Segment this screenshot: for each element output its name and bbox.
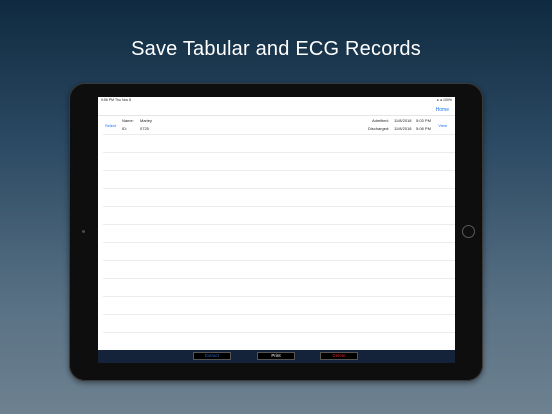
- view-button[interactable]: View: [438, 123, 447, 128]
- extract-button[interactable]: Extract: [193, 352, 231, 360]
- discharged-date: 11/8/2018: [394, 126, 412, 131]
- row-divider: [103, 242, 455, 243]
- headline: Save Tabular and ECG Records: [131, 38, 421, 60]
- row-divider: [103, 224, 455, 225]
- name-label: Name:: [122, 118, 134, 123]
- select-button[interactable]: Select: [105, 123, 116, 128]
- row-divider: [103, 260, 455, 261]
- home-link[interactable]: Home: [436, 107, 449, 113]
- print-button[interactable]: Print: [257, 352, 295, 360]
- admitted-label: Admitted:: [372, 118, 389, 123]
- row-divider: [103, 332, 455, 333]
- app-screen: 9:56 PM Thu Nov 8 ▸ ● 100% Home Select N…: [98, 97, 455, 363]
- row-divider: [103, 314, 455, 315]
- row-divider: [103, 296, 455, 297]
- camera-icon: [82, 230, 85, 233]
- delete-button[interactable]: Delete: [320, 352, 358, 360]
- row-divider: [103, 170, 455, 171]
- admitted-date: 11/8/2018: [394, 118, 412, 123]
- status-time: 9:56 PM Thu Nov 8: [101, 98, 132, 102]
- discharged-time: 5:08 PM: [416, 126, 431, 131]
- home-button[interactable]: [462, 225, 475, 238]
- nav-divider: [98, 115, 455, 116]
- discharged-label: Discharged:: [368, 126, 390, 131]
- row-divider: [103, 152, 455, 153]
- row-divider: [103, 278, 455, 279]
- row-divider: [103, 206, 455, 207]
- bottom-toolbar: Extract Print Delete: [98, 350, 455, 363]
- row-divider: [103, 188, 455, 189]
- battery-icon: ▸ ● 100%: [437, 98, 452, 102]
- id-label: ID:: [122, 126, 128, 131]
- id-value: 0725: [140, 126, 149, 131]
- row-divider: [103, 134, 455, 135]
- name-value: Marley: [140, 118, 153, 123]
- status-bar: 9:56 PM Thu Nov 8 ▸ ● 100%: [98, 97, 455, 104]
- admitted-time: 5:03 PM: [416, 118, 431, 123]
